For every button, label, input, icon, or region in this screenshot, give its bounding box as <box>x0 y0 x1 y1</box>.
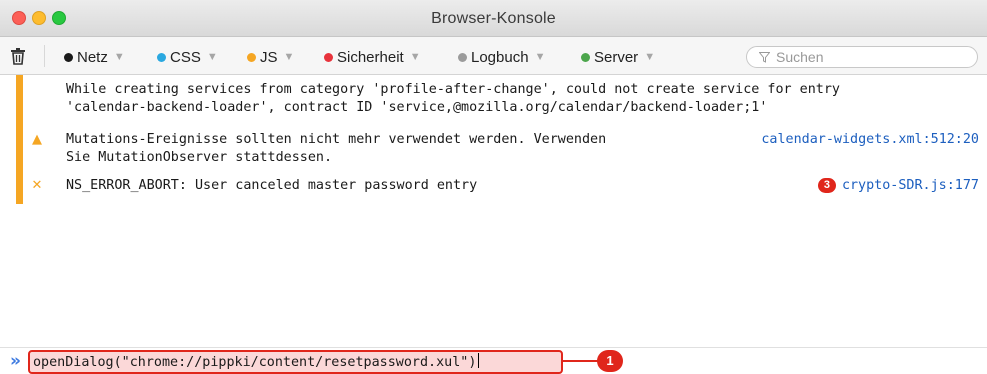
filter-logbuch[interactable]: Logbuch ▼ <box>458 48 545 66</box>
console-output: While creating services from category 'p… <box>0 75 987 347</box>
console-input[interactable]: openDialog("chrome://pippki/content/rese… <box>33 353 480 370</box>
filter-label: JS <box>260 48 278 66</box>
filter-label: Logbuch <box>471 48 529 66</box>
console-toolbar: Netz ▼ CSS ▼ JS ▼ Sicherheit ▼ Logbuch ▼… <box>0 37 987 75</box>
source-link-label[interactable]: crypto-SDR.js:177 <box>842 178 979 193</box>
console-input-bar: » openDialog("chrome://pippki/content/re… <box>0 347 987 374</box>
css-dot-icon <box>157 52 166 62</box>
funnel-icon <box>759 51 770 63</box>
js-dot-icon <box>247 52 256 62</box>
search-input[interactable]: Suchen <box>746 46 978 68</box>
logbuch-dot-icon <box>458 52 467 62</box>
chevron-down-icon: ▼ <box>283 51 295 63</box>
filter-label: Server <box>594 48 639 66</box>
window-title: Browser-Konsole <box>431 10 556 27</box>
message-text: While creating services from category 'p… <box>66 82 840 115</box>
chevron-down-icon: ▼ <box>113 51 125 63</box>
message-source-link[interactable]: calendar-widgets.xml:512:20 <box>761 131 979 149</box>
console-message: While creating services from category 'p… <box>30 81 979 119</box>
warning-icon: ▲ <box>32 132 42 147</box>
command-text: openDialog("chrome://pippki/content/rese… <box>33 355 477 370</box>
filter-sicherheit[interactable]: Sicherheit ▼ <box>324 48 421 66</box>
filter-server[interactable]: Server ▼ <box>581 48 655 66</box>
double-chevron-right-icon: » <box>10 351 21 371</box>
filter-label: Sicherheit <box>337 48 404 66</box>
text-cursor <box>478 353 480 368</box>
callout-number-badge: 1 <box>597 350 623 372</box>
repeat-count-badge: 3 <box>817 178 836 193</box>
title-bar: Browser-Konsole <box>0 0 987 37</box>
filter-css[interactable]: CSS ▼ <box>157 48 218 66</box>
toolbar-separator <box>44 45 45 67</box>
netz-dot-icon <box>64 52 73 62</box>
chevron-down-icon: ▼ <box>644 51 656 63</box>
chevron-down-icon: ▼ <box>534 51 546 63</box>
chevron-down-icon: ▼ <box>206 51 218 63</box>
filter-netz[interactable]: Netz ▼ <box>64 48 125 66</box>
chevron-down-icon: ▼ <box>409 51 421 63</box>
message-group-marker <box>16 75 23 204</box>
console-message: ▲ Mutations-Ereignisse sollten nicht meh… <box>30 131 979 169</box>
filter-label: CSS <box>170 48 201 66</box>
search-placeholder: Suchen <box>776 49 824 65</box>
trash-icon[interactable] <box>10 48 26 65</box>
message-source-link[interactable]: 3 crypto-SDR.js:177 <box>817 177 979 195</box>
error-icon: ✕ <box>31 178 43 193</box>
message-text: NS_ERROR_ABORT: User canceled master pas… <box>66 178 478 193</box>
message-text: Mutations-Ereignisse sollten nicht mehr … <box>66 132 607 165</box>
console-message: ✕ NS_ERROR_ABORT: User canceled master p… <box>30 177 979 197</box>
filter-js[interactable]: JS ▼ <box>247 48 294 66</box>
callout-connector <box>563 360 599 362</box>
filter-label: Netz <box>77 48 108 66</box>
sicherheit-dot-icon <box>324 52 333 62</box>
server-dot-icon <box>581 52 590 62</box>
